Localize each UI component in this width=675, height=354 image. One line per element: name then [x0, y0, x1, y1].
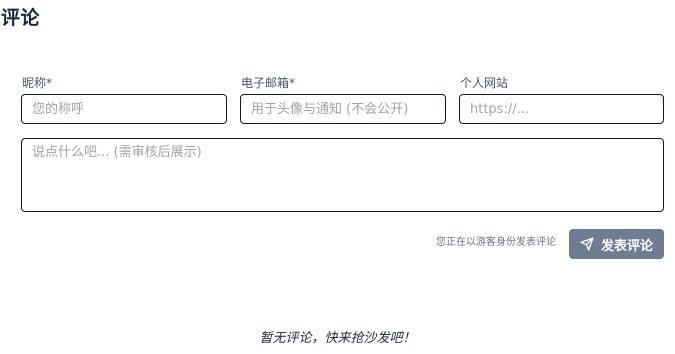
submit-comment-button[interactable]: 发表评论	[569, 229, 664, 259]
empty-comments-message: 暂无评论，快来抢沙发吧！	[259, 331, 416, 346]
comments-section-title: 评论	[1, 7, 41, 29]
email-label: 电子邮箱*	[241, 76, 296, 90]
website-label: 个人网站	[460, 76, 509, 90]
nickname-input[interactable]	[21, 94, 227, 124]
nickname-label: 昵称*	[22, 76, 53, 90]
submit-comment-label: 发表评论	[600, 238, 653, 254]
email-input[interactable]	[240, 94, 446, 124]
send-icon	[580, 237, 594, 251]
website-input[interactable]	[459, 94, 664, 124]
comment-textarea[interactable]	[21, 138, 664, 212]
guest-status-note: 您正在以游客身份发表评论	[436, 237, 556, 248]
